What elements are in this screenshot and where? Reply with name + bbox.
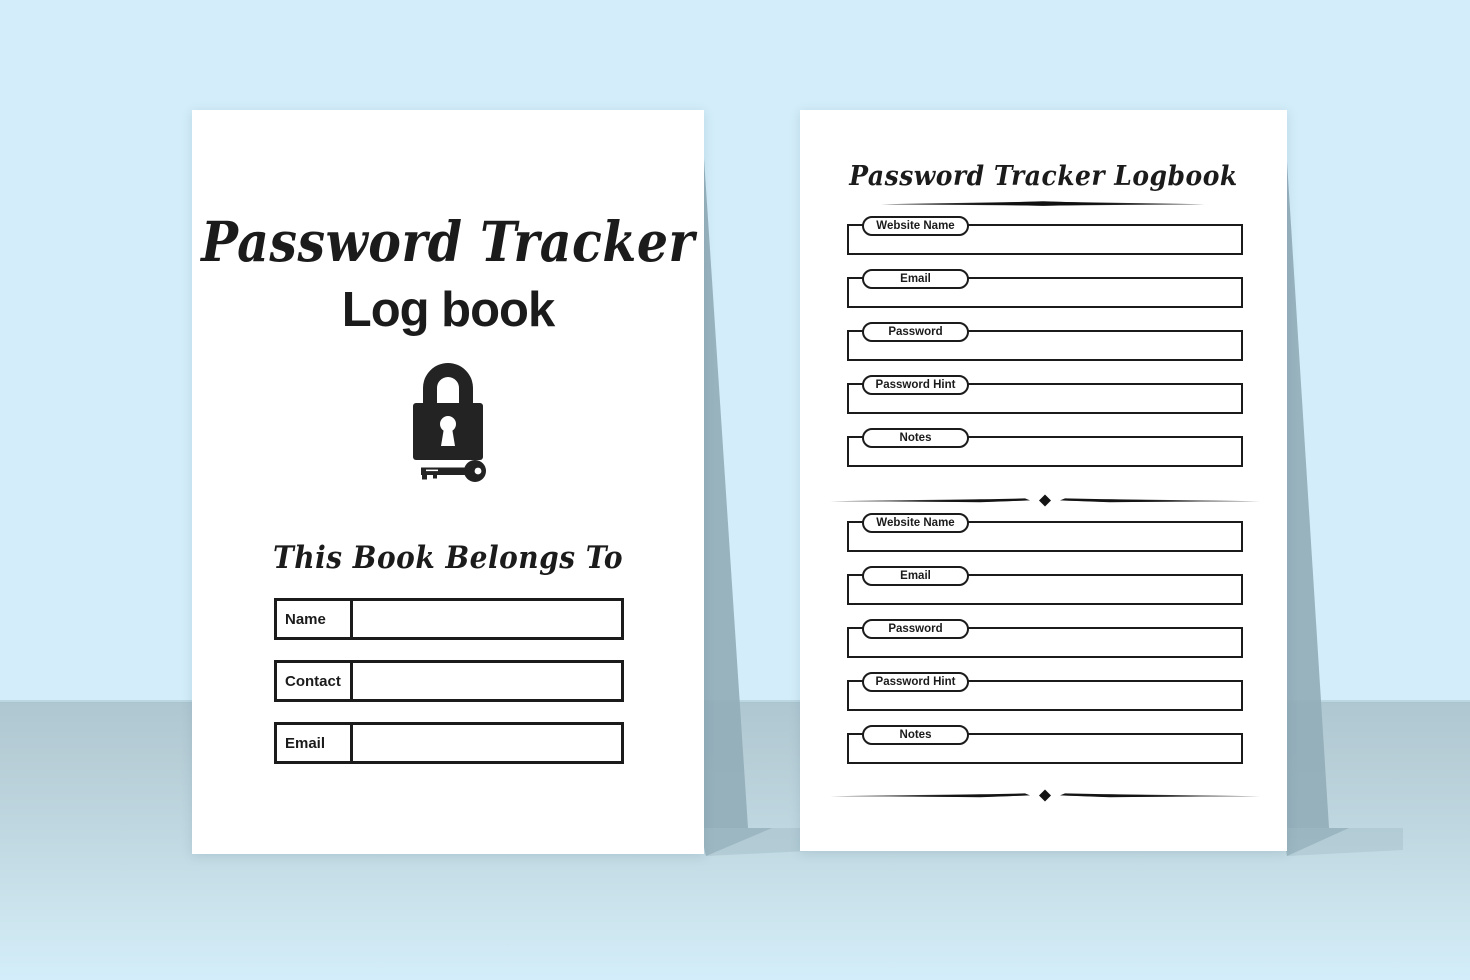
owner-row-email[interactable]: Email: [274, 722, 624, 764]
field-label-website-name: Website Name: [862, 216, 969, 236]
owner-input-email[interactable]: [353, 725, 621, 761]
field-password[interactable]: Password: [847, 619, 1243, 658]
field-notes[interactable]: Notes: [847, 725, 1243, 764]
owner-label-email: Email: [277, 725, 353, 761]
password-entry-2: Website Name Email Password Password Hin…: [847, 513, 1243, 778]
field-label-notes: Notes: [862, 725, 969, 745]
entry-divider-2: [830, 788, 1260, 809]
field-label-password-hint: Password Hint: [862, 672, 969, 692]
field-label-notes: Notes: [862, 428, 969, 448]
field-notes[interactable]: Notes: [847, 428, 1243, 467]
cover-page: Password Tracker Log book This Book Belo…: [192, 110, 704, 854]
field-label-website-name: Website Name: [862, 513, 969, 533]
field-label-password-hint: Password Hint: [862, 375, 969, 395]
field-label-email: Email: [862, 269, 969, 289]
owner-fields-group: Name Contact Email: [274, 598, 624, 784]
field-website-name[interactable]: Website Name: [847, 216, 1243, 255]
password-entry-1: Website Name Email Password Password Hin…: [847, 216, 1243, 481]
entry-divider-1: [830, 493, 1260, 514]
cover-title: Password Tracker: [201, 209, 695, 275]
field-label-email: Email: [862, 566, 969, 586]
owner-label-contact: Contact: [277, 663, 353, 699]
owner-row-contact[interactable]: Contact: [274, 660, 624, 702]
owner-row-name[interactable]: Name: [274, 598, 624, 640]
owner-input-contact[interactable]: [353, 663, 621, 699]
padlock-with-key-icon: [383, 358, 513, 488]
field-website-name[interactable]: Website Name: [847, 513, 1243, 552]
field-email[interactable]: Email: [847, 269, 1243, 308]
title-underline-rule: [800, 195, 1287, 213]
field-label-password: Password: [862, 619, 969, 639]
belongs-to-heading: This Book Belongs To: [272, 539, 624, 576]
field-password[interactable]: Password: [847, 322, 1243, 361]
owner-input-name[interactable]: [353, 601, 621, 637]
owner-label-name: Name: [277, 601, 353, 637]
field-email[interactable]: Email: [847, 566, 1243, 605]
cover-subtitle: Log book: [341, 283, 555, 337]
scene: Password Tracker Log book This Book Belo…: [0, 0, 1470, 980]
field-label-password: Password: [862, 322, 969, 342]
interior-title: Password Tracker Logbook: [849, 159, 1238, 192]
field-password-hint[interactable]: Password Hint: [847, 672, 1243, 711]
lock-icon-wrapper: [192, 358, 704, 488]
field-password-hint[interactable]: Password Hint: [847, 375, 1243, 414]
interior-page: Password Tracker Logbook Website Name Em…: [800, 110, 1287, 851]
